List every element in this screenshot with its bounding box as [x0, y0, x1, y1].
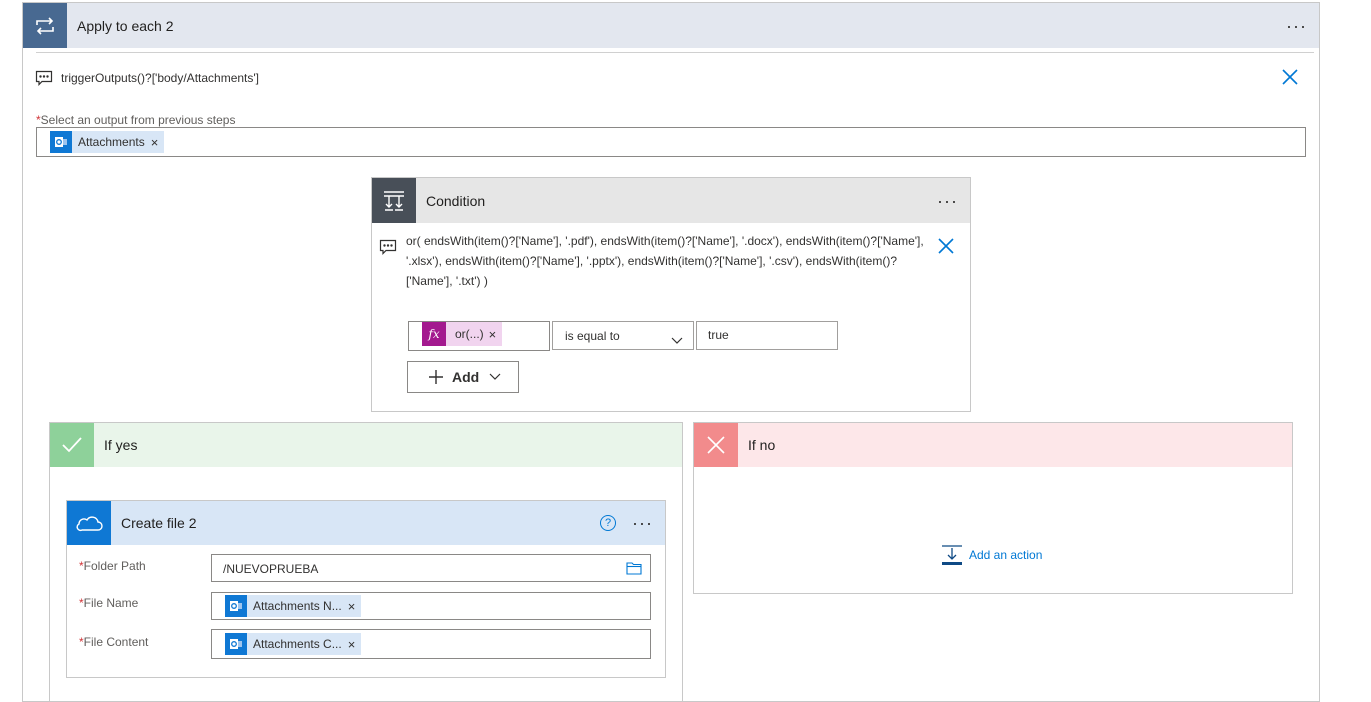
divider [36, 52, 1314, 53]
fx-symbol: fx [428, 327, 440, 341]
file-name-label-text: File Name [83, 596, 139, 610]
create-file-header[interactable]: Create file 2 ? ··· [67, 501, 665, 545]
file-content-label: *File Content [79, 635, 148, 649]
outlook-icon [225, 633, 247, 655]
x-icon [694, 423, 738, 467]
if-no-title: If no [748, 437, 776, 453]
file-name-label: *File Name [79, 596, 138, 610]
chevron-down-icon [671, 332, 683, 350]
file-content-input[interactable]: Attachments C... × [211, 629, 651, 659]
attachments-token-label: Attachments [78, 135, 145, 149]
fx-icon: fx [422, 322, 446, 346]
create-file-more-button[interactable]: ··· [632, 514, 653, 532]
help-glyph: ? [604, 517, 612, 529]
comment-icon[interactable] [35, 70, 53, 86]
apply-to-each-title: Apply to each 2 [77, 17, 174, 34]
add-button-label: Add [452, 369, 480, 385]
select-output-text: Select an output from previous steps [40, 113, 236, 127]
remove-token-button[interactable]: × [348, 637, 362, 652]
outlook-icon [50, 131, 72, 153]
folder-icon[interactable] [626, 561, 642, 580]
if-no-header[interactable]: If no [694, 423, 1292, 467]
folder-path-value: /NUEVOPRUEBA [223, 562, 319, 576]
close-icon[interactable] [937, 237, 955, 255]
operator-select[interactable]: is equal to [552, 321, 694, 350]
check-icon [50, 423, 94, 467]
outlook-icon [225, 595, 247, 617]
attachments-token[interactable]: Attachments × [50, 131, 165, 153]
fx-token-label: or(...) [455, 327, 484, 341]
apply-expression: triggerOutputs()?['body/Attachments'] [61, 71, 260, 85]
operator-value: is equal to [565, 329, 620, 343]
apply-to-each-header[interactable]: Apply to each 2 ··· [23, 3, 1319, 48]
loop-icon [23, 3, 67, 48]
condition-icon [372, 178, 416, 223]
file-name-input[interactable]: Attachments N... × [211, 592, 651, 620]
folder-path-label-text: Folder Path [83, 559, 146, 573]
condition-more-button[interactable]: ··· [937, 192, 958, 210]
onedrive-icon [67, 501, 111, 545]
folder-path-label: *Folder Path [79, 559, 146, 573]
condition-title: Condition [426, 192, 486, 209]
remove-token-button[interactable]: × [151, 135, 165, 150]
add-an-action-button[interactable]: Add an action [941, 544, 1042, 566]
select-output-input[interactable]: Attachments × [36, 127, 1306, 157]
folder-path-input[interactable]: /NUEVOPRUEBA [211, 554, 651, 582]
select-output-label: *Select an output from previous steps [36, 113, 235, 127]
condition-expression: or( endsWith(item()?['Name'], '.pdf'), e… [406, 234, 924, 288]
condition-value-input[interactable]: true [696, 321, 838, 350]
more-options-button[interactable]: ··· [1286, 17, 1307, 35]
attachments-name-token-label: Attachments N... [253, 599, 342, 613]
attachments-content-token[interactable]: Attachments C... × [225, 633, 362, 655]
comment-icon[interactable] [379, 239, 397, 255]
fx-token[interactable]: fx or(...) × [422, 322, 503, 346]
add-button[interactable]: Add [407, 361, 519, 393]
attachments-content-token-label: Attachments C... [253, 637, 342, 651]
attachments-name-token[interactable]: Attachments N... × [225, 595, 362, 617]
close-icon[interactable] [1281, 68, 1299, 86]
create-file-title: Create file 2 [121, 515, 197, 531]
condition-left-operand[interactable]: fx or(...) × [408, 321, 550, 351]
plus-icon [428, 369, 444, 385]
remove-token-button[interactable]: × [348, 599, 362, 614]
add-an-action-label: Add an action [969, 548, 1043, 562]
remove-token-button[interactable]: × [489, 327, 503, 342]
file-content-label-text: File Content [83, 635, 149, 649]
if-yes-header[interactable]: If yes [50, 423, 682, 467]
condition-value: true [708, 328, 729, 342]
help-icon[interactable]: ? [600, 515, 617, 531]
condition-header[interactable]: Condition ··· [372, 178, 970, 223]
chevron-down-icon [489, 368, 501, 386]
add-action-icon [941, 544, 963, 566]
if-yes-title: If yes [104, 437, 138, 453]
